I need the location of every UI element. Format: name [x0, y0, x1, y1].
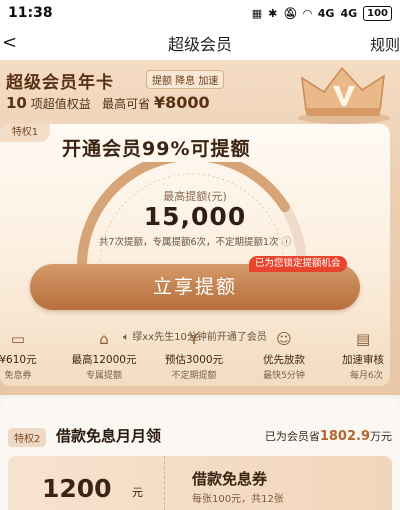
privilege-item-irregular-limit[interactable]: ¥ 预估3000元 不定期提额: [156, 330, 232, 381]
membership-hero: 超级会员年卡 提额 降息 加速 10 项超值权益 最高可省 ¥8000 特权1 …: [0, 60, 400, 395]
interest-free-coupon[interactable]: 1200 元 借款免息券 每张100元，共12张: [8, 456, 392, 510]
max-saving-label: 最高可省: [102, 97, 151, 111]
speed-card-icon: ▤: [356, 330, 371, 348]
benefit-count-label: 项超值权益: [30, 97, 91, 111]
network-4g-label-2: 4G: [340, 6, 358, 20]
coupon-unit: 元: [132, 486, 143, 499]
nav-bar: < 超级会员 规则: [0, 26, 400, 60]
saved-amount: 已为会员省1802.9万元: [264, 429, 392, 444]
signal-icon: ▦: [251, 6, 263, 20]
rules-link[interactable]: 规则: [370, 34, 400, 55]
privilege-item-coupon[interactable]: ▭ ¥610元 免息券: [0, 330, 50, 381]
coupon-amount: 1200: [42, 474, 112, 503]
privilege-item-exclusive-limit[interactable]: ⌂ 最高12000元 专属提额: [66, 330, 142, 381]
privilege-title-2: 借款免息月月领: [56, 427, 162, 445]
benefit-count: 10: [6, 94, 27, 112]
privilege-card-interest-free: 特权2 借款免息月月领 已为会员省1802.9万元 1200 元 借款免息券 每…: [0, 398, 400, 510]
locked-chance-tip: 已为您锁定提额机会: [249, 256, 347, 272]
status-time: 11:38: [8, 5, 53, 21]
mute-icon: 🔕︎: [283, 6, 298, 20]
page-title: 超级会员: [167, 35, 232, 54]
info-icon[interactable]: ⓘ: [282, 237, 292, 248]
bluetooth-icon: ✱: [268, 6, 278, 20]
coupon-icon: ▭: [10, 330, 26, 348]
vip-crown-icon: [298, 66, 390, 124]
privilege-item-priority-loan[interactable]: ☺ 优先放款 最快5分钟: [246, 330, 322, 381]
gauge-note: 共7次提额，专属提额6次，不定期提额1次 ⓘ: [98, 237, 292, 248]
banner-tags: 提额 降息 加速: [146, 70, 225, 89]
chevron-left-icon[interactable]: <: [2, 32, 17, 53]
wifi-icon: ◠: [303, 6, 312, 20]
gauge-amount: 15,000: [143, 202, 247, 231]
privilege-icon-row: ▭ ¥610元 免息券 ⌂ 最高12000元 专属提额 ¥ 预估3000元 不定…: [0, 330, 400, 388]
max-saving-amount: ¥8000: [154, 93, 210, 112]
banner-title: 超级会员年卡: [6, 73, 114, 93]
coupon-name: 借款免息券: [192, 470, 268, 488]
privilege-badge: 特权1: [0, 124, 50, 142]
person-icon: ☺: [276, 330, 292, 348]
battery-icon: 100: [363, 5, 392, 21]
money-bag-icon: ¥: [189, 330, 199, 348]
network-4g-label: 4G: [317, 6, 335, 20]
coupon-divider: [164, 456, 165, 510]
privilege-item-fast-review[interactable]: ▤ 加速审核 每月6次: [336, 330, 400, 381]
privilege-title: 开通会员99%可提额: [62, 138, 251, 160]
house-arrow-icon: ⌂: [99, 330, 109, 348]
banner-subtitle: 10 项超值权益 最高可省 ¥8000: [6, 93, 210, 112]
status-icons: ▦ ✱ 🔕︎ ◠ 4G 4G 100: [251, 5, 392, 21]
status-bar: 11:38 ▦ ✱ 🔕︎ ◠ 4G 4G 100: [0, 0, 400, 26]
privilege-badge-2: 特权2: [8, 428, 47, 447]
coupon-description: 每张100元，共12张: [192, 494, 284, 505]
